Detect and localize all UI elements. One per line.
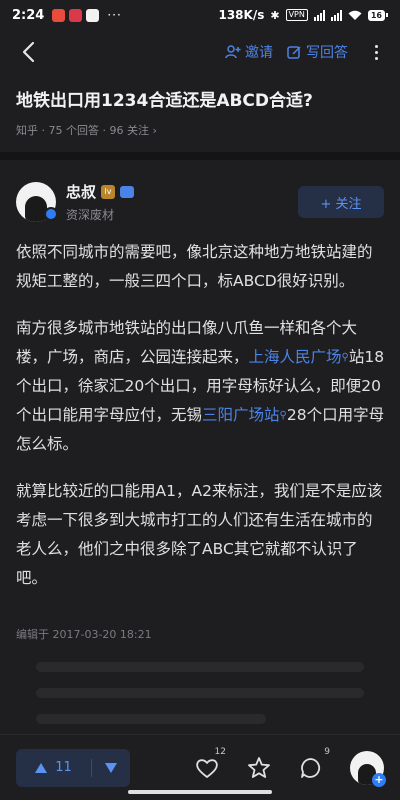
comment-count: 9	[324, 746, 330, 757]
level-badge-icon: lv	[101, 184, 116, 199]
vpn-icon: VPN	[285, 9, 308, 21]
edit-timestamp: 编辑于 2017-03-20 18:21	[16, 628, 152, 641]
invite-label: 邀请	[245, 45, 273, 61]
search-link[interactable]: 上海人民广场⚲	[249, 348, 349, 366]
more-options-icon[interactable]	[366, 38, 386, 66]
section-divider	[0, 152, 400, 160]
upvote-count: 11	[55, 760, 72, 775]
verified-badge-icon	[44, 207, 58, 221]
follow-button[interactable]: + 关注	[298, 186, 384, 218]
triangle-up-icon	[35, 762, 48, 773]
network-speed: 138K/s	[218, 8, 265, 22]
question-meta[interactable]: 知乎 · 75 个回答 · 96 关注 ›	[16, 122, 386, 138]
app-notification-icon	[52, 8, 66, 22]
write-answer-button[interactable]: 写回答	[287, 42, 348, 62]
write-answer-label: 写回答	[306, 45, 348, 61]
comment-button[interactable]: 9	[298, 747, 330, 781]
answer-paragraph: 就算比较近的口能用A1，A2来标注，我们是不是应该考虑一下很多到大城市打工的人们…	[16, 482, 383, 587]
loading-placeholder	[36, 662, 364, 672]
triangle-down-icon	[105, 762, 117, 773]
top-nav-bar: 邀请 写回答	[0, 30, 400, 74]
battery-level: 16	[367, 9, 385, 21]
battery-icon: 16	[367, 9, 388, 21]
wifi-icon	[348, 10, 362, 20]
like-button[interactable]: 12	[194, 747, 226, 781]
question-title[interactable]: 地铁出口用1234合适还是ABCD合适?	[16, 88, 386, 114]
search-link[interactable]: 三阳广场站⚲	[202, 406, 287, 424]
loading-placeholder	[36, 688, 364, 698]
signal-icon	[313, 9, 325, 21]
bottom-icons: 12 9 +	[194, 747, 386, 787]
status-indicators: 138K/s ✱ VPN 16	[218, 8, 388, 22]
signal-icon	[330, 9, 342, 21]
heart-icon	[196, 758, 218, 778]
author-name[interactable]: 忠叔	[66, 181, 96, 202]
bluetooth-icon: ✱	[270, 8, 280, 22]
add-user-icon	[225, 45, 241, 59]
vote-group: 11	[16, 748, 130, 787]
app-notification-icon	[69, 8, 83, 22]
home-indicator	[128, 790, 272, 794]
chevron-left-icon	[22, 41, 35, 63]
more-notifications-indicator: ···	[107, 8, 122, 22]
downvote-button[interactable]	[92, 749, 130, 787]
comment-icon	[301, 757, 321, 778]
answer-paragraph: 南方很多城市地铁站的出口像八爪鱼一样和各个大楼，广场，商店，公园连接起来，上海人…	[16, 319, 385, 453]
chat-badge-icon	[120, 185, 135, 198]
status-time: 2:24	[12, 7, 45, 23]
search-icon: ⚲	[279, 410, 287, 421]
favorite-button[interactable]	[246, 755, 272, 781]
edit-icon	[287, 45, 301, 59]
like-count: 12	[214, 746, 226, 757]
answer-body: 依照不同城市的需要吧，像北京这种地方地铁站建的规矩工整的，一般三四个口，标ABC…	[16, 238, 386, 611]
author-info: 忠叔 lv 资深废材	[66, 181, 135, 223]
author-row: 忠叔 lv 资深废材 + 关注	[16, 178, 384, 226]
back-button[interactable]	[14, 38, 42, 66]
my-profile-button[interactable]: +	[350, 750, 386, 787]
author-description: 资深废材	[66, 208, 115, 222]
plus-icon: +	[372, 772, 386, 787]
loading-placeholder	[36, 714, 266, 724]
answer-paragraph: 依照不同城市的需要吧，像北京这种地方地铁站建的规矩工整的，一般三四个口，标ABC…	[16, 243, 373, 290]
topbar-actions: 邀请 写回答	[225, 38, 386, 66]
status-bar: 2:24 ··· 138K/s ✱ VPN 16	[0, 0, 400, 30]
invite-button[interactable]: 邀请	[225, 42, 273, 62]
search-icon: ⚲	[341, 352, 349, 363]
star-icon	[248, 756, 270, 778]
app-notification-icon	[86, 8, 100, 22]
upvote-button[interactable]: 11	[16, 749, 91, 787]
question-header: 地铁出口用1234合适还是ABCD合适? 知乎 · 75 个回答 · 96 关注…	[16, 88, 386, 138]
